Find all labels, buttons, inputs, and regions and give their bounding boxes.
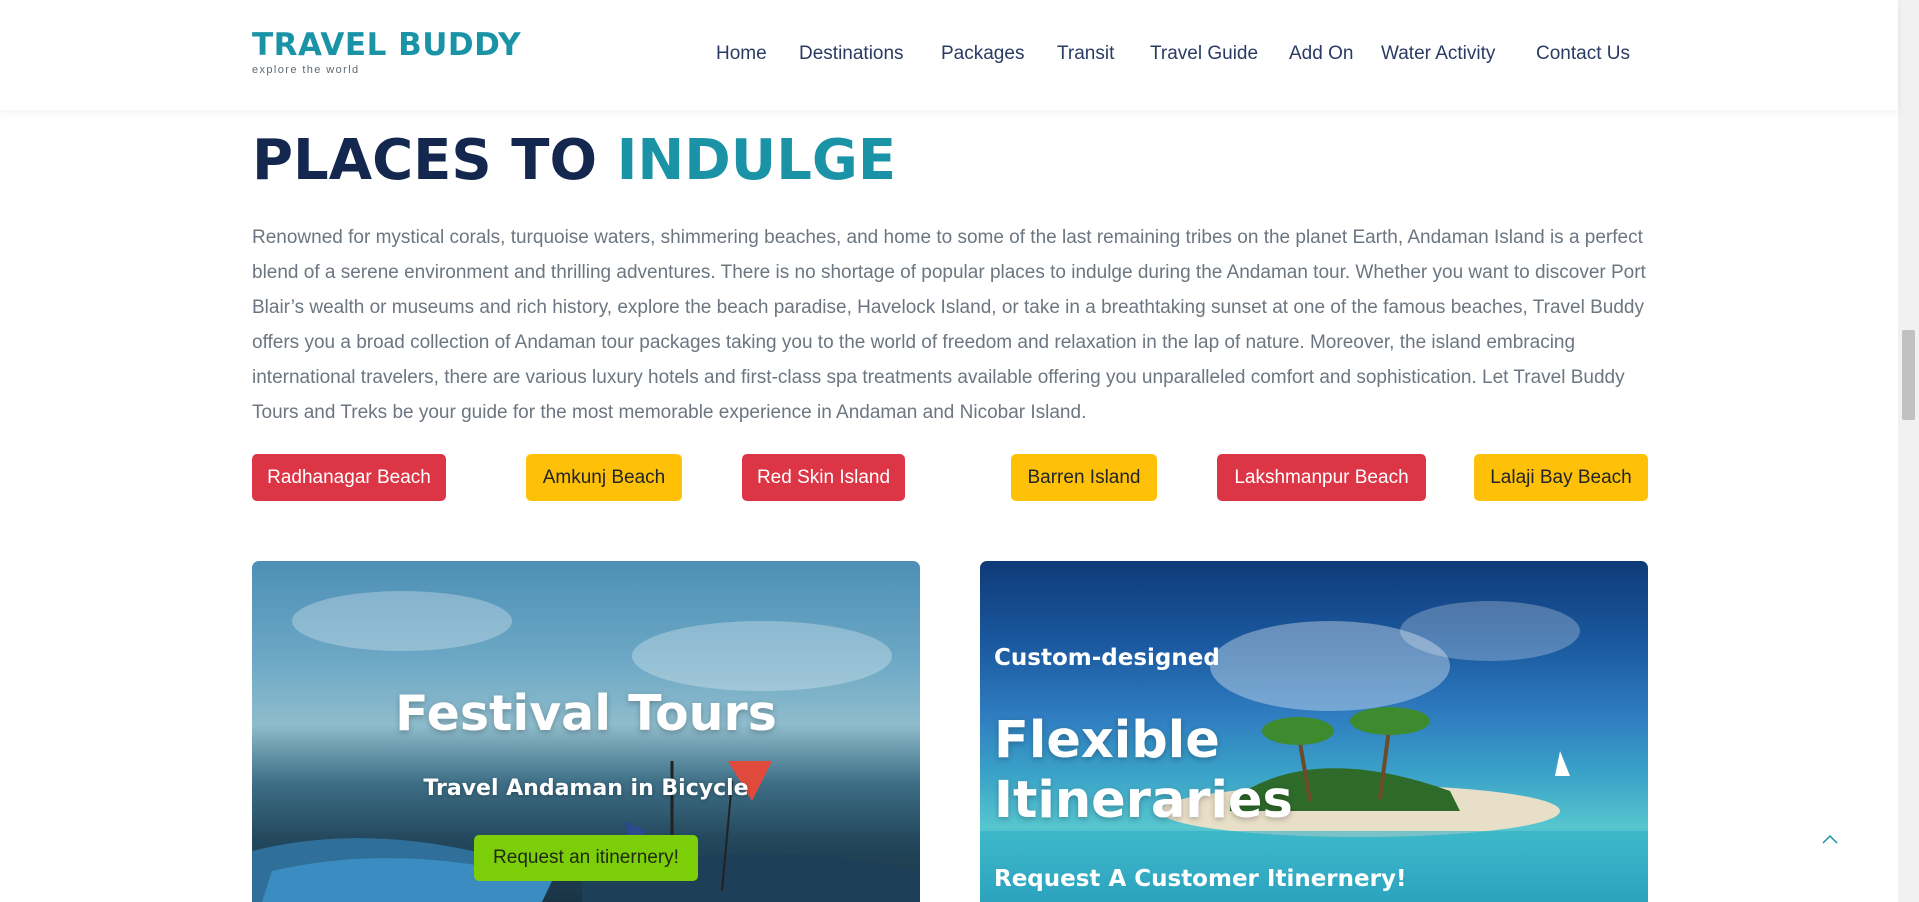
place-red-skin-island[interactable]: Red Skin Island bbox=[742, 454, 905, 501]
place-barren-island[interactable]: Barren Island bbox=[1011, 454, 1157, 501]
scrollbar-thumb[interactable] bbox=[1902, 330, 1915, 420]
nav-travel-guide[interactable]: Travel Guide bbox=[1150, 43, 1258, 65]
cloud-shape bbox=[1400, 601, 1580, 661]
cloud-shape bbox=[292, 591, 512, 651]
nav-packages[interactable]: Packages bbox=[941, 43, 1024, 65]
chevron-up-icon bbox=[1822, 834, 1838, 844]
nav-contact-us[interactable]: Contact Us bbox=[1536, 43, 1630, 65]
section-heading: PLACES TO INDULGE bbox=[252, 126, 896, 196]
cloud-shape bbox=[632, 621, 892, 691]
festival-tours-title: Festival Tours bbox=[395, 685, 777, 742]
page-scrollbar[interactable] bbox=[1898, 0, 1919, 902]
nav-transit[interactable]: Transit bbox=[1057, 43, 1114, 65]
festival-tours-subtitle: Travel Andaman in Bicycle bbox=[423, 776, 749, 801]
place-lakshmanpur-beach[interactable]: Lakshmanpur Beach bbox=[1217, 454, 1426, 501]
heading-part-2: INDULGE bbox=[616, 128, 897, 193]
back-to-top-button[interactable] bbox=[1818, 828, 1842, 852]
heading-part-1: PLACES TO bbox=[252, 128, 598, 193]
section-intro: Renowned for mystical corals, turquoise … bbox=[252, 227, 1646, 423]
request-custom-itinerary-link[interactable]: Request A Customer Itinernery! bbox=[994, 866, 1406, 892]
place-amkunj-beach[interactable]: Amkunj Beach bbox=[526, 454, 682, 501]
nav-water-activity[interactable]: Water Activity bbox=[1381, 43, 1495, 65]
nav-add-on[interactable]: Add On bbox=[1289, 43, 1353, 65]
festival-tours-card: Festival Tours Travel Andaman in Bicycle… bbox=[252, 561, 920, 902]
place-radhanagar-beach[interactable]: Radhanagar Beach bbox=[252, 454, 446, 501]
main-nav: Home Destinations Packages Transit Trave… bbox=[0, 43, 1898, 67]
request-itinerary-button[interactable]: Request an itinernery! bbox=[474, 835, 698, 881]
flexible-itineraries-title: Flexible Itineraries bbox=[994, 711, 1293, 830]
flexible-pretitle: Custom-designed bbox=[994, 645, 1220, 671]
nav-home[interactable]: Home bbox=[716, 43, 767, 65]
flexible-itineraries-card: Custom-designed Flexible Itineraries Req… bbox=[980, 561, 1648, 902]
place-lalaji-bay-beach[interactable]: Lalaji Bay Beach bbox=[1474, 454, 1648, 501]
nav-destinations[interactable]: Destinations bbox=[799, 43, 904, 65]
site-header: TRAVEL BUDDY explore the world Home Dest… bbox=[0, 0, 1898, 110]
